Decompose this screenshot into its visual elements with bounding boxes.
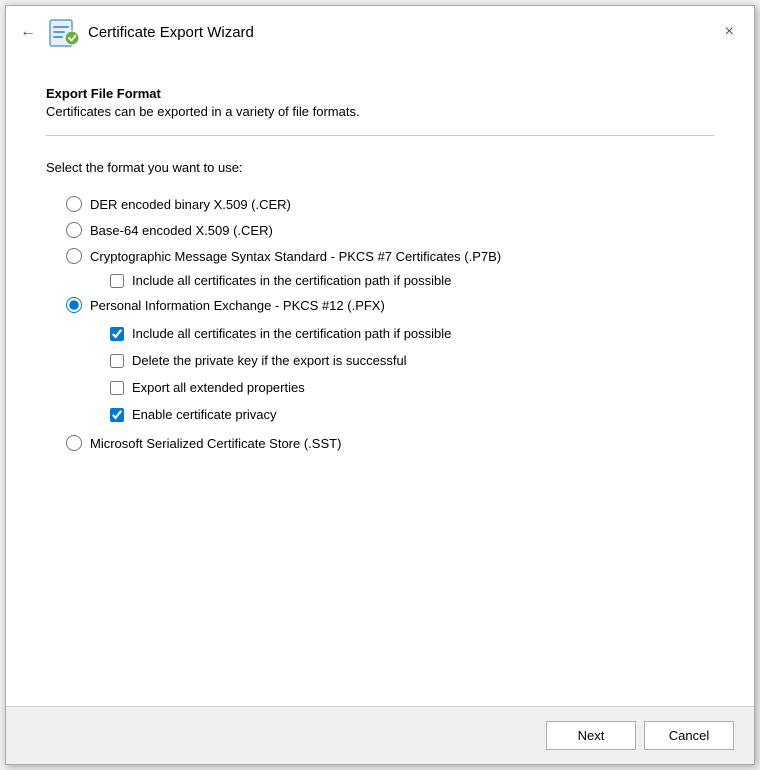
- format-sst-label: Microsoft Serialized Certificate Store (…: [90, 436, 341, 451]
- format-der-option[interactable]: DER encoded binary X.509 (.CER): [46, 191, 714, 217]
- cms-include-all-checkbox[interactable]: [110, 274, 124, 288]
- format-pfx-label: Personal Information Exchange - PKCS #12…: [90, 298, 385, 313]
- section-title: Export File Format: [46, 86, 714, 101]
- format-sst-radio[interactable]: [66, 435, 82, 451]
- format-cms-option[interactable]: Cryptographic Message Syntax Standard - …: [46, 243, 714, 269]
- format-pfx-option[interactable]: Personal Information Exchange - PKCS #12…: [46, 292, 714, 318]
- title-bar: ← Certificate Export Wizard ×: [6, 6, 754, 58]
- next-button[interactable]: Next: [546, 721, 636, 750]
- pfx-export-ext-label: Export all extended properties: [132, 380, 305, 395]
- back-button[interactable]: ←: [16, 21, 40, 43]
- format-cms-label: Cryptographic Message Syntax Standard - …: [90, 249, 501, 264]
- footer: Next Cancel: [6, 706, 754, 764]
- close-button[interactable]: ×: [719, 22, 740, 42]
- content-area: Export File Format Certificates can be e…: [6, 58, 754, 706]
- format-cms-radio[interactable]: [66, 248, 82, 264]
- format-b64-radio[interactable]: [66, 222, 82, 238]
- section-description: Certificates can be exported in a variet…: [46, 104, 714, 119]
- dialog-title: Certificate Export Wizard: [88, 24, 254, 41]
- format-select-label: Select the format you want to use:: [46, 160, 714, 175]
- section-header: Export File Format Certificates can be e…: [46, 86, 714, 119]
- format-pfx-radio[interactable]: [66, 297, 82, 313]
- pfx-sub-options-container: Include all certificates in the certific…: [110, 322, 714, 426]
- cms-include-all-option[interactable]: Include all certificates in the certific…: [110, 273, 714, 288]
- pfx-delete-key-option[interactable]: Delete the private key if the export is …: [110, 349, 714, 372]
- pfx-include-all-label: Include all certificates in the certific…: [132, 326, 451, 341]
- pfx-export-ext-option[interactable]: Export all extended properties: [110, 376, 714, 399]
- pfx-privacy-option[interactable]: Enable certificate privacy: [110, 403, 714, 426]
- cancel-button[interactable]: Cancel: [644, 721, 734, 750]
- pfx-delete-key-label: Delete the private key if the export is …: [132, 353, 407, 368]
- pfx-privacy-checkbox[interactable]: [110, 408, 124, 422]
- format-b64-label: Base-64 encoded X.509 (.CER): [90, 223, 273, 238]
- format-options-container: DER encoded binary X.509 (.CER) Base-64 …: [46, 191, 714, 456]
- pfx-delete-key-checkbox[interactable]: [110, 354, 124, 368]
- certificate-export-wizard-dialog: ← Certificate Export Wizard × Export Fil…: [5, 5, 755, 765]
- pfx-include-all-option[interactable]: Include all certificates in the certific…: [110, 322, 714, 345]
- format-der-radio[interactable]: [66, 196, 82, 212]
- cms-include-all-label: Include all certificates in the certific…: [132, 273, 451, 288]
- pfx-privacy-label: Enable certificate privacy: [132, 407, 277, 422]
- title-bar-left: ← Certificate Export Wizard: [16, 16, 719, 48]
- wizard-icon: [48, 16, 80, 48]
- pfx-include-all-checkbox[interactable]: [110, 327, 124, 341]
- format-der-label: DER encoded binary X.509 (.CER): [90, 197, 291, 212]
- pfx-export-ext-checkbox[interactable]: [110, 381, 124, 395]
- format-b64-option[interactable]: Base-64 encoded X.509 (.CER): [46, 217, 714, 243]
- format-sst-option[interactable]: Microsoft Serialized Certificate Store (…: [46, 430, 714, 456]
- cms-sub-option-container: Include all certificates in the certific…: [110, 269, 714, 292]
- divider: [46, 135, 714, 136]
